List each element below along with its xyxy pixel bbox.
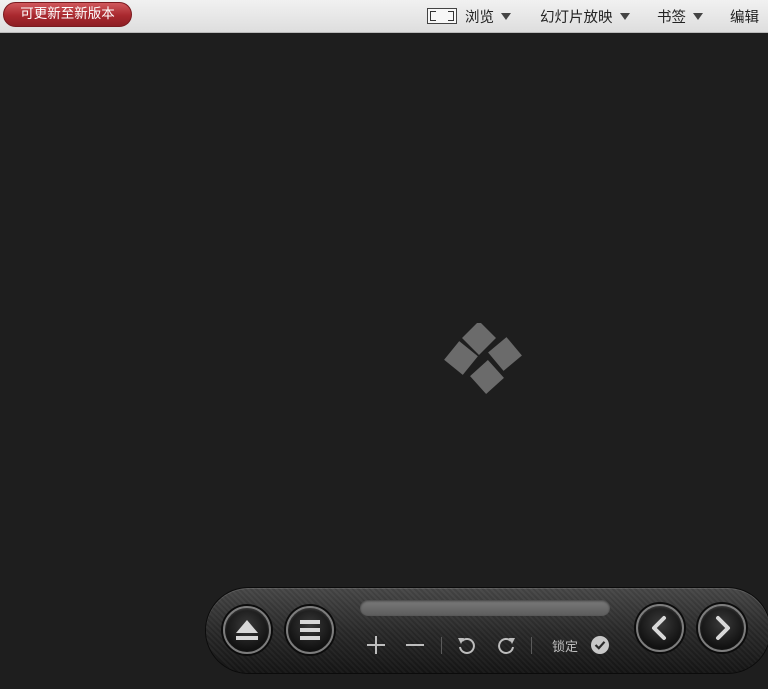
slideshow-menu-label: 幻灯片放映 bbox=[540, 9, 613, 26]
bookmark-menu[interactable]: 书签 bbox=[657, 0, 703, 32]
progress-bar[interactable] bbox=[360, 600, 610, 616]
edit-menu-label: 编辑 bbox=[730, 9, 759, 26]
plus-icon bbox=[367, 636, 385, 654]
rotate-left-icon bbox=[458, 638, 475, 654]
menu-icon bbox=[300, 620, 320, 640]
minus-icon bbox=[406, 644, 424, 646]
chevron-right-icon bbox=[716, 616, 730, 640]
browse-menu[interactable]: 浏览 bbox=[427, 0, 511, 32]
caret-down-icon bbox=[501, 12, 511, 20]
toolbar-divider bbox=[531, 637, 532, 654]
app-logo-icon bbox=[444, 323, 522, 394]
eject-icon bbox=[236, 620, 258, 640]
viewer-control-bar: 锁定 bbox=[206, 588, 768, 673]
update-version-button[interactable]: 可更新至新版本 bbox=[3, 2, 132, 27]
image-viewer: 可更新至新版本 浏览 幻灯片放映 书签 编辑 锁定 bbox=[0, 0, 768, 689]
toolbar-divider bbox=[441, 637, 442, 654]
zoom-out-button[interactable] bbox=[404, 634, 426, 656]
slideshow-menu[interactable]: 幻灯片放映 bbox=[540, 0, 630, 32]
browse-menu-label: 浏览 bbox=[465, 9, 494, 26]
chevron-left-icon bbox=[652, 616, 666, 640]
caret-down-icon bbox=[619, 12, 630, 20]
next-image-button[interactable] bbox=[698, 604, 746, 652]
rotate-right-icon bbox=[498, 638, 515, 654]
lock-label: 锁定 bbox=[552, 640, 579, 655]
menu-button[interactable] bbox=[286, 606, 334, 654]
check-circle-icon[interactable] bbox=[590, 635, 610, 655]
fullscreen-icon[interactable] bbox=[427, 8, 457, 24]
caret-down-icon bbox=[693, 12, 703, 20]
rotate-right-button[interactable] bbox=[496, 634, 518, 656]
eject-button[interactable] bbox=[223, 606, 271, 654]
bookmark-menu-label: 书签 bbox=[657, 9, 686, 26]
rotate-left-button[interactable] bbox=[455, 634, 477, 656]
previous-image-button[interactable] bbox=[636, 604, 684, 652]
top-menu-bar: 可更新至新版本 浏览 幻灯片放映 书签 编辑 bbox=[0, 0, 768, 33]
edit-menu[interactable]: 编辑 bbox=[730, 0, 759, 32]
zoom-in-button[interactable] bbox=[365, 634, 387, 656]
